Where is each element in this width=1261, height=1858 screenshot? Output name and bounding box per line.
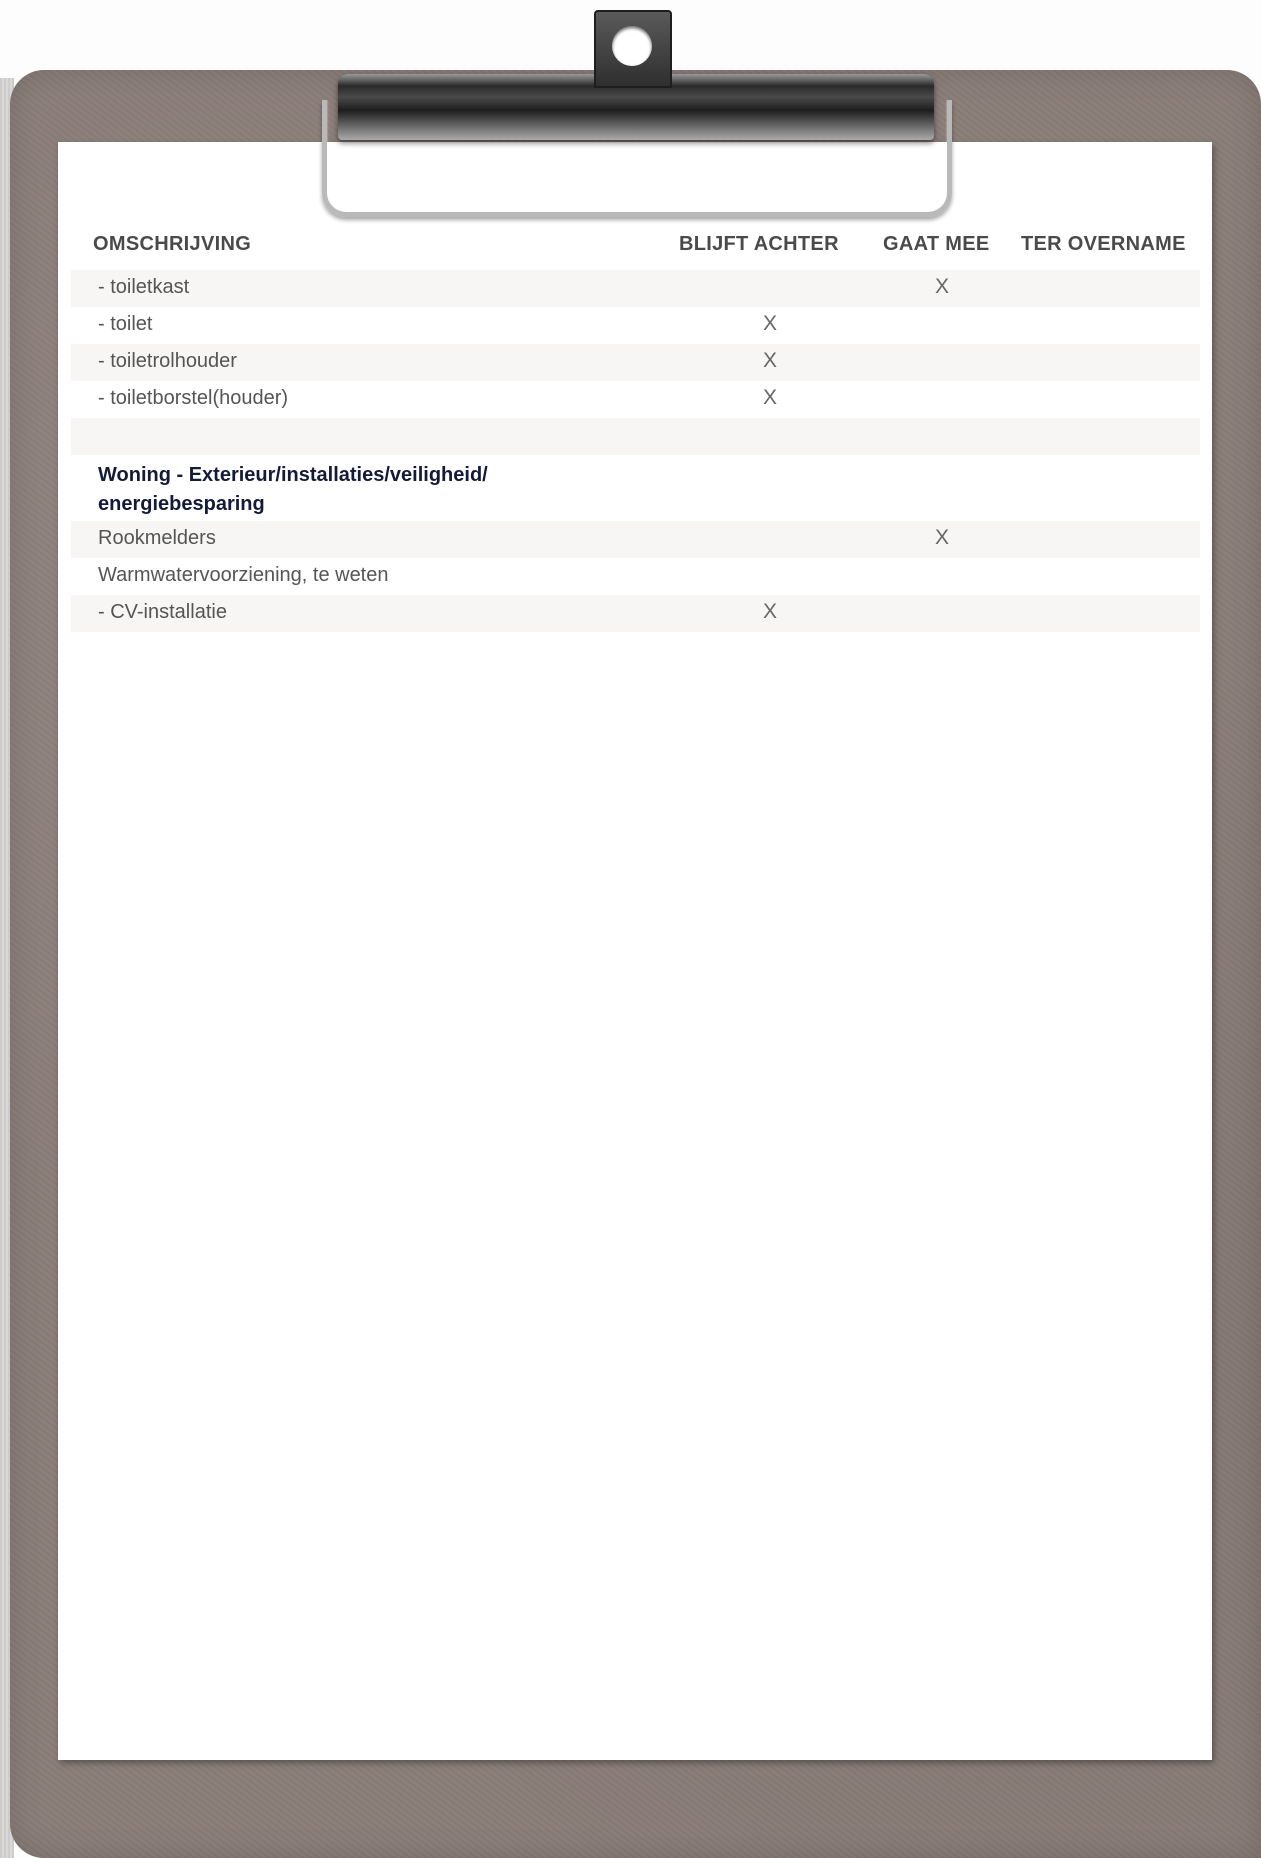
- table-row: - CV-installatie X: [71, 595, 1200, 632]
- header-goes: GAAT MEE: [883, 233, 990, 255]
- row-label: Warmwatervoorziening, te weten: [98, 564, 389, 586]
- header-stays: BLIJFT ACHTER: [679, 233, 839, 255]
- section-title: Woning - Exterieur/installaties/veilighe…: [98, 464, 488, 515]
- mark-goes: X: [934, 275, 949, 298]
- table-row: Rookmelders X: [71, 521, 1200, 558]
- table-row: Warmwatervoorziening, te weten: [71, 558, 1200, 595]
- mark-stays: X: [762, 386, 777, 409]
- mark-stays: X: [762, 349, 777, 372]
- page: OMSCHRIJVING BLIJFT ACHTER GAAT MEE TER …: [0, 0, 1261, 1858]
- row-label: - CV-installatie: [98, 601, 227, 623]
- row-label: - toiletrolhouder: [98, 350, 237, 372]
- table-row: - toiletrolhouder X: [71, 344, 1200, 381]
- clip-tab: [594, 10, 672, 88]
- row-label: - toilet: [98, 313, 153, 335]
- inventory-table: OMSCHRIJVING BLIJFT ACHTER GAAT MEE TER …: [71, 218, 1200, 632]
- table-row: - toiletborstel(houder) X: [71, 381, 1200, 418]
- table-header: OMSCHRIJVING BLIJFT ACHTER GAAT MEE TER …: [71, 218, 1200, 270]
- clip-wire: [322, 100, 952, 217]
- mark-stays: X: [762, 312, 777, 335]
- table-row: - toiletkast X: [71, 270, 1200, 307]
- section-heading: Woning - Exterieur/installaties/veilighe…: [71, 455, 1200, 521]
- row-label: - toiletkast: [98, 276, 190, 298]
- mark-goes: X: [934, 526, 949, 549]
- mark-stays: X: [762, 600, 777, 623]
- table-row: - toilet X: [71, 307, 1200, 344]
- clip-hole-icon: [612, 26, 652, 66]
- header-description: OMSCHRIJVING: [93, 233, 252, 255]
- header-takeover: TER OVERNAME: [1021, 233, 1186, 255]
- row-label: - toiletborstel(houder): [98, 387, 289, 409]
- table-row: [71, 418, 1200, 455]
- row-label: Rookmelders: [98, 527, 216, 549]
